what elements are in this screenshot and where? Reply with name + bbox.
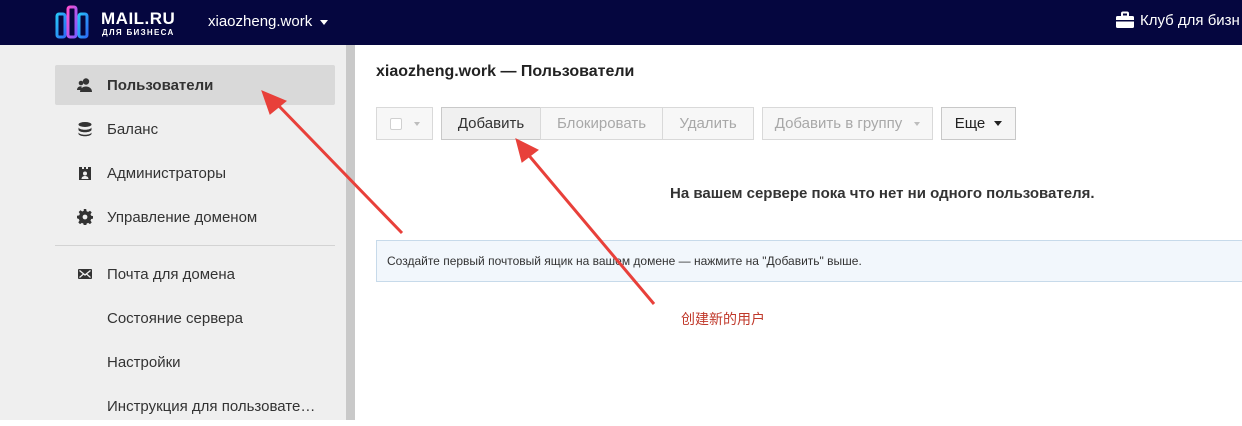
more-button[interactable]: Еще [941,107,1016,140]
briefcase-icon [1116,11,1134,28]
scrollbar[interactable] [346,45,355,420]
add-to-group-label: Добавить в группу [774,115,903,132]
page-title: xiaozheng.work — Пользователи [376,63,635,80]
club-link[interactable]: Клуб для бизн [1115,11,1240,29]
sidebar-item-label: Управление доменом [107,208,258,226]
select-all-dropdown[interactable] [376,107,433,140]
sidebar-item-label: Почта для домена [107,265,235,283]
sidebar-item-admins[interactable]: Администраторы [55,153,335,193]
chevron-down-icon [994,121,1003,126]
sidebar-item-domain-mail[interactable]: Почта для домена [55,254,335,294]
mailru-logo-icon [55,5,89,39]
block-button[interactable]: Блокировать [540,107,663,140]
club-label: Клуб для бизн [1140,12,1240,29]
sidebar-item-label: Администраторы [107,164,227,182]
sidebar-item-domain-management[interactable]: Управление доменом [55,197,335,237]
sidebar-item-settings[interactable]: Настройки [55,342,335,382]
annotation-label: 创建新的用户 [681,311,765,327]
add-to-group-button[interactable]: Добавить в группу [762,107,933,140]
top-bar: MAIL.RU ДЛЯ БИЗНЕСА xiaozheng.work Клуб … [0,0,1242,45]
sidebar-item-label: Инструкция для пользовате… [107,397,316,415]
domain-label: xiaozheng.work [208,13,313,30]
sidebar-item-label: Пользователи [107,76,214,94]
logo-text: MAIL.RU [101,9,176,28]
select-all-checkbox[interactable] [389,117,402,130]
sidebar-item-label: Настройки [107,353,181,371]
sidebar-divider [55,245,335,246]
sidebar-item-label: Состояние сервера [107,309,244,327]
gear-icon [77,209,101,225]
add-button[interactable]: Добавить [441,107,541,140]
empty-state-message: На вашем сервере пока что нет ни одного … [670,185,1095,202]
sidebar-item-users[interactable]: Пользователи [55,65,335,105]
more-label: Еще [954,115,986,132]
chevron-down-icon [413,121,420,126]
database-icon [77,121,101,137]
chevron-down-icon [914,121,921,126]
sidebar-item-label: Баланс [107,120,159,138]
sidebar-item-user-guide[interactable]: Инструкция для пользовате… [55,386,335,426]
domain-dropdown[interactable]: xiaozheng.work [208,13,329,30]
admins-icon [77,165,101,181]
delete-button[interactable]: Удалить [662,107,754,140]
users-icon [77,77,101,93]
info-hint: Создайте первый почтовый ящик на вашем д… [376,240,1242,282]
chevron-down-icon [320,19,329,25]
mail-icon [77,266,101,282]
logo-subtext: ДЛЯ БИЗНЕСА [102,28,175,37]
mailru-logo[interactable]: MAIL.RU ДЛЯ БИЗНЕСА [55,5,185,39]
info-hint-text: Создайте первый почтовый ящик на вашем д… [387,254,862,268]
sidebar-item-server-status[interactable]: Состояние сервера [55,298,335,338]
sidebar-item-balance[interactable]: Баланс [55,109,335,149]
